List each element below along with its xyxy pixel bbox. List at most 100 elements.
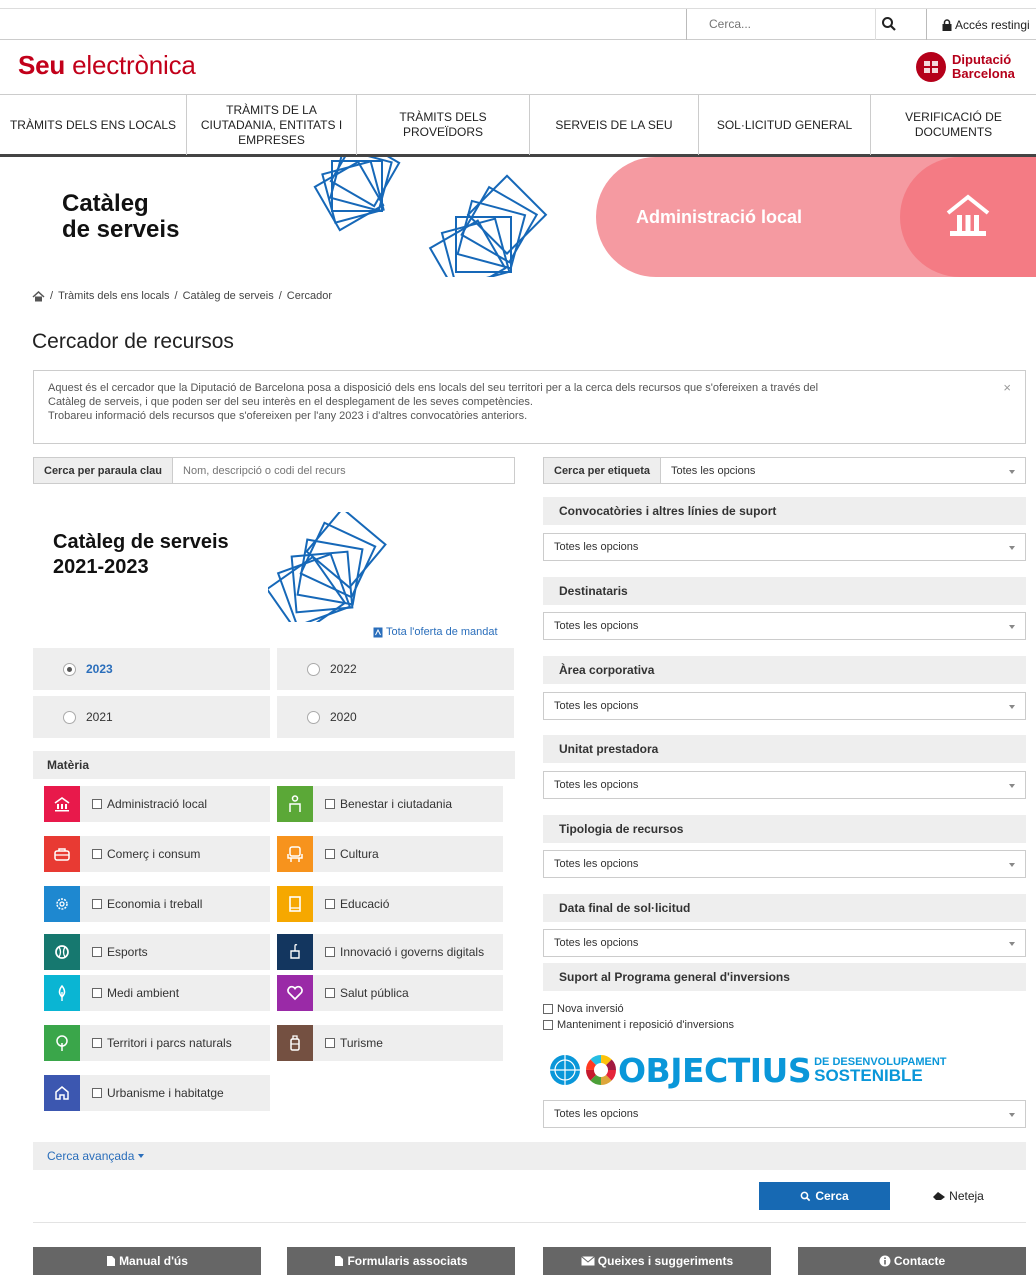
checkbox[interactable] <box>325 849 335 859</box>
unitat-heading: Unitat prestadora <box>543 735 1026 763</box>
tag-search-label: Cerca per etiqueta <box>544 458 661 483</box>
materia-medi-ambient[interactable]: Medi ambient <box>44 975 270 1011</box>
checkbox[interactable] <box>92 799 102 809</box>
tag-select[interactable]: Totes les opcions <box>661 458 1025 483</box>
area-select[interactable]: Totes les opcions <box>543 692 1026 720</box>
chevron-down-icon <box>1009 863 1015 867</box>
divider <box>33 1222 1026 1223</box>
formularis-button[interactable]: Formularis associats <box>287 1247 515 1275</box>
destinataris-select[interactable]: Totes les opcions <box>543 612 1026 640</box>
breadcrumb-current: Cercador <box>286 290 333 302</box>
checkbox[interactable] <box>325 988 335 998</box>
person-icon <box>277 786 313 822</box>
queixes-button[interactable]: Queixes i suggeriments <box>543 1247 771 1275</box>
page-title: Cercador de recursos <box>32 330 234 353</box>
checkbox[interactable] <box>325 947 335 957</box>
tipologia-heading: Tipologia de recursos <box>543 815 1026 843</box>
restricted-access-link[interactable]: Accés restingi <box>926 9 1036 40</box>
checkbox[interactable] <box>325 799 335 809</box>
advanced-search-toggle[interactable]: Cerca avançada <box>33 1142 1026 1170</box>
materia-territori[interactable]: Territori i parcs naturals <box>44 1025 270 1061</box>
keyword-search: Cerca per paraula clau <box>33 457 515 484</box>
radio-2022[interactable] <box>307 662 320 676</box>
convocatories-heading: Convocatòries i altres línies de suport <box>543 497 1026 525</box>
ods-title: OBJECTIUS <box>618 1050 812 1090</box>
keyword-search-label: Cerca per paraula clau <box>34 458 174 483</box>
pdf-offer-link[interactable]: Tota l'oferta de mandat <box>373 626 498 638</box>
materia-administracio-local[interactable]: Administració local <box>44 786 270 822</box>
home-icon[interactable] <box>32 290 45 302</box>
site-logo[interactable]: Seu electrònica <box>18 50 196 81</box>
convocatories-select[interactable]: Totes les opcions <box>543 533 1026 561</box>
nav-sollicitud-general[interactable]: SOL·LICITUD GENERAL <box>699 95 871 155</box>
book-icon <box>277 886 313 922</box>
materia-esports[interactable]: Esports <box>44 934 270 970</box>
checkbox[interactable] <box>325 1038 335 1048</box>
checkbox[interactable] <box>92 947 102 957</box>
breadcrumb-cataleg[interactable]: Catàleg de serveis <box>183 290 274 302</box>
radio-2020[interactable] <box>307 710 320 724</box>
breadcrumb-tramits[interactable]: Tràmits dels ens locals <box>58 290 169 302</box>
materia-cultura[interactable]: Cultura <box>277 836 503 872</box>
checkbox[interactable] <box>92 849 102 859</box>
chevron-down-icon <box>1009 469 1015 474</box>
nav-tramits-ens-locals[interactable]: TRÀMITS DELS ENS LOCALS <box>0 95 187 155</box>
document-icon <box>107 1256 116 1266</box>
radio-2021[interactable] <box>63 710 76 724</box>
materia-urbanisme[interactable]: Urbanisme i habitatge <box>44 1075 270 1111</box>
diputacio-logo[interactable]: Diputació Barcelona <box>916 50 1015 84</box>
year-2020-option[interactable]: 2020 <box>277 696 514 738</box>
materia-economia[interactable]: Economia i treball <box>44 886 270 922</box>
checkbox[interactable] <box>325 899 335 909</box>
nav-tramits-proveidors[interactable]: TRÀMITS DELS PROVEÏDORS <box>357 95 530 155</box>
unitat-select[interactable]: Totes les opcions <box>543 771 1026 799</box>
nav-tramits-ciutadania[interactable]: TRÀMITS DE LA CIUTADANIA, ENTITATS I EMP… <box>187 95 357 155</box>
checkbox[interactable] <box>92 899 102 909</box>
info-icon <box>879 1255 891 1267</box>
checkbox[interactable] <box>92 1088 102 1098</box>
manteniment-option[interactable]: Manteniment i reposició d'inversions <box>543 1019 734 1031</box>
close-icon[interactable]: × <box>1003 381 1011 395</box>
drop-leaf-icon <box>44 975 80 1011</box>
radio-2023[interactable] <box>63 662 76 676</box>
info-alert: Aquest és el cercador que la Diputació d… <box>33 370 1026 444</box>
materia-educacio[interactable]: Educació <box>277 886 503 922</box>
contacte-button[interactable]: Contacte <box>798 1247 1026 1275</box>
tipologia-select[interactable]: Totes les opcions <box>543 850 1026 878</box>
search-button[interactable]: Cerca <box>759 1182 890 1210</box>
materia-turisme[interactable]: Turisme <box>277 1025 503 1061</box>
area-heading: Àrea corporativa <box>543 656 1026 684</box>
checkbox[interactable] <box>92 1038 102 1048</box>
year-2021-option[interactable]: 2021 <box>33 696 270 738</box>
tag-search: Cerca per etiqueta Totes les opcions <box>543 457 1026 484</box>
manual-button[interactable]: Manual d'ús <box>33 1247 261 1275</box>
catalog-squares-icon <box>268 512 387 622</box>
luggage-icon <box>277 1025 313 1061</box>
nova-inversio-option[interactable]: Nova inversió <box>543 1003 624 1015</box>
heart-icon <box>277 975 313 1011</box>
materia-benestar[interactable]: Benestar i ciutadania <box>277 786 503 822</box>
house-icon <box>44 1075 80 1111</box>
header-search-input[interactable] <box>687 9 837 38</box>
hero-banner: Catàleg de serveis Administració local <box>0 157 1036 277</box>
year-2023-option[interactable]: 2023 <box>33 648 270 690</box>
destinataris-heading: Destinataris <box>543 577 1026 605</box>
checkbox[interactable] <box>543 1004 553 1014</box>
ods-select[interactable]: Totes les opcions <box>543 1100 1026 1128</box>
data-final-select[interactable]: Totes les opcions <box>543 929 1026 957</box>
materia-comerc[interactable]: Comerç i consum <box>44 836 270 872</box>
checkbox[interactable] <box>543 1020 553 1030</box>
materia-salut[interactable]: Salut pública <box>277 975 503 1011</box>
nav-serveis-seu[interactable]: SERVEIS DE LA SEU <box>530 95 699 155</box>
search-icon[interactable] <box>881 16 897 32</box>
year-2022-option[interactable]: 2022 <box>277 648 514 690</box>
envelope-icon <box>580 1256 595 1266</box>
ods-logo: OBJECTIUS DE DESENVOLUPAMENT SOSTENIBLE <box>548 1050 947 1090</box>
materia-innovacio[interactable]: Innovació i governs digitals <box>277 934 503 970</box>
mouse-hand-icon <box>277 934 313 970</box>
chevron-down-icon <box>1009 546 1015 550</box>
checkbox[interactable] <box>92 988 102 998</box>
keyword-search-input[interactable] <box>173 458 514 483</box>
nav-verificacio-documents[interactable]: VERIFICACIÓ DE DOCUMENTS <box>871 95 1036 155</box>
clear-button[interactable]: Neteja <box>890 1182 1026 1210</box>
